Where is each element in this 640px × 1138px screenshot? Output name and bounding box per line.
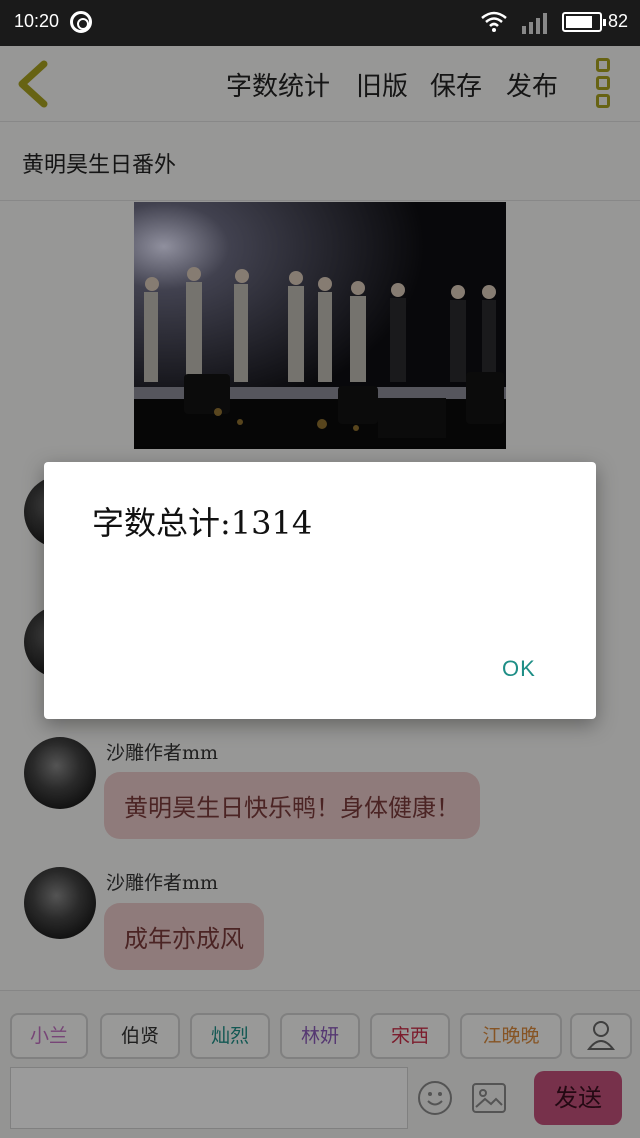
battery-icon xyxy=(562,12,606,32)
ok-button[interactable]: OK xyxy=(502,656,536,682)
status-bar: 10:20 82 xyxy=(0,0,640,46)
netease-music-icon xyxy=(70,11,92,33)
wifi-icon xyxy=(481,11,507,32)
battery-percent: 82 xyxy=(608,11,629,31)
word-count-dialog: 字数总计:1314 OK xyxy=(44,462,596,719)
dialog-message: 字数总计:1314 xyxy=(92,504,313,542)
signal-icon xyxy=(522,13,547,34)
status-time: 10:20 xyxy=(14,11,60,31)
